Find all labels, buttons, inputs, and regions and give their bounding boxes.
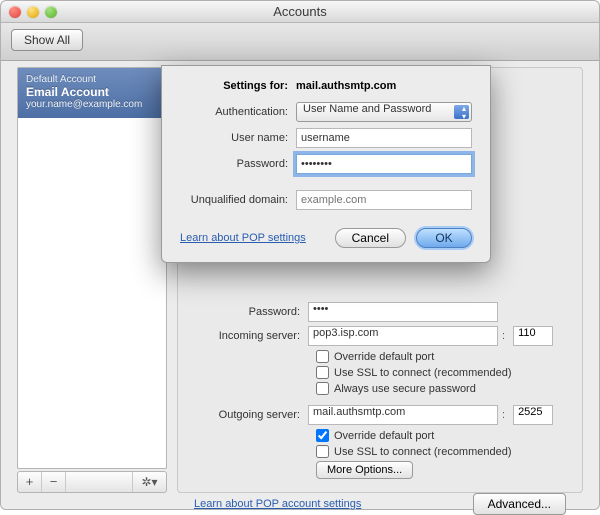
username-label: User name: [180, 132, 296, 144]
unqualified-domain-label: Unqualified domain: [180, 194, 296, 206]
learn-pop-settings-link[interactable]: Learn about POP settings [180, 232, 306, 244]
outgoing-ssl-checkbox[interactable] [316, 445, 329, 458]
add-account-button[interactable]: + [18, 472, 42, 492]
password-label: Password: [188, 306, 308, 318]
secure-password-checkbox[interactable] [316, 382, 329, 395]
window-controls [9, 6, 57, 18]
settings-for-value: mail.authsmtp.com [296, 80, 396, 92]
username-field[interactable] [296, 128, 472, 148]
sidebar-account-item[interactable]: Default Account Email Account your.name@… [18, 68, 166, 118]
outgoing-override-port-checkbox[interactable] [316, 429, 329, 442]
outgoing-server-field[interactable]: mail.authsmtp.com [308, 405, 498, 425]
incoming-server-label: Incoming server: [188, 330, 308, 342]
zoom-icon[interactable] [45, 6, 57, 18]
password-field[interactable]: •••• [308, 302, 498, 322]
secure-password-label: Always use secure password [334, 383, 476, 395]
outgoing-server-label: Outgoing server: [188, 409, 308, 421]
titlebar: Accounts [1, 1, 599, 23]
outgoing-override-port-label: Override default port [334, 430, 434, 442]
authentication-select[interactable]: User Name and Password ▴▾ [296, 102, 472, 122]
ok-button[interactable]: OK [416, 228, 472, 248]
sidebar-footer: + − ✲▾ [17, 471, 167, 493]
sheet-password-field[interactable] [296, 154, 472, 174]
cancel-button[interactable]: Cancel [335, 228, 406, 248]
smtp-settings-sheet: Settings for: mail.authsmtp.com Authenti… [161, 65, 491, 263]
incoming-override-port-checkbox[interactable] [316, 350, 329, 363]
learn-pop-account-link[interactable]: Learn about POP account settings [194, 498, 361, 510]
outgoing-ssl-label: Use SSL to connect (recommended) [334, 446, 512, 458]
port-separator: : [498, 330, 509, 342]
port-separator: : [498, 409, 509, 421]
unqualified-domain-field[interactable] [296, 190, 472, 210]
incoming-ssl-label: Use SSL to connect (recommended) [334, 367, 512, 379]
sheet-password-label: Password: [180, 158, 296, 170]
accounts-window: Accounts Show All Default Account Email … [0, 0, 600, 510]
incoming-server-field[interactable]: pop3.isp.com [308, 326, 498, 346]
minimize-icon[interactable] [27, 6, 39, 18]
toolbar: Show All [1, 23, 599, 61]
accounts-sidebar: Default Account Email Account your.name@… [17, 67, 167, 469]
authentication-value: User Name and Password [303, 103, 431, 115]
chevron-up-down-icon: ▴▾ [462, 105, 466, 121]
outgoing-port-field[interactable]: 2525 [513, 405, 553, 425]
remove-account-button[interactable]: − [42, 472, 66, 492]
advanced-button[interactable]: Advanced... [473, 493, 566, 515]
incoming-port-field[interactable]: 110 [513, 326, 553, 346]
default-account-label: Default Account [26, 74, 158, 85]
account-email: your.name@example.com [26, 99, 158, 110]
incoming-ssl-checkbox[interactable] [316, 366, 329, 379]
incoming-override-port-label: Override default port [334, 351, 434, 363]
show-all-button[interactable]: Show All [11, 29, 83, 51]
account-name: Email Account [26, 85, 158, 99]
settings-for-label: Settings for: [180, 80, 296, 92]
authentication-label: Authentication: [180, 106, 296, 118]
close-icon[interactable] [9, 6, 21, 18]
sidebar-actions-menu[interactable]: ✲▾ [132, 472, 166, 492]
more-options-button[interactable]: More Options... [316, 461, 413, 479]
window-title: Accounts [273, 4, 326, 19]
